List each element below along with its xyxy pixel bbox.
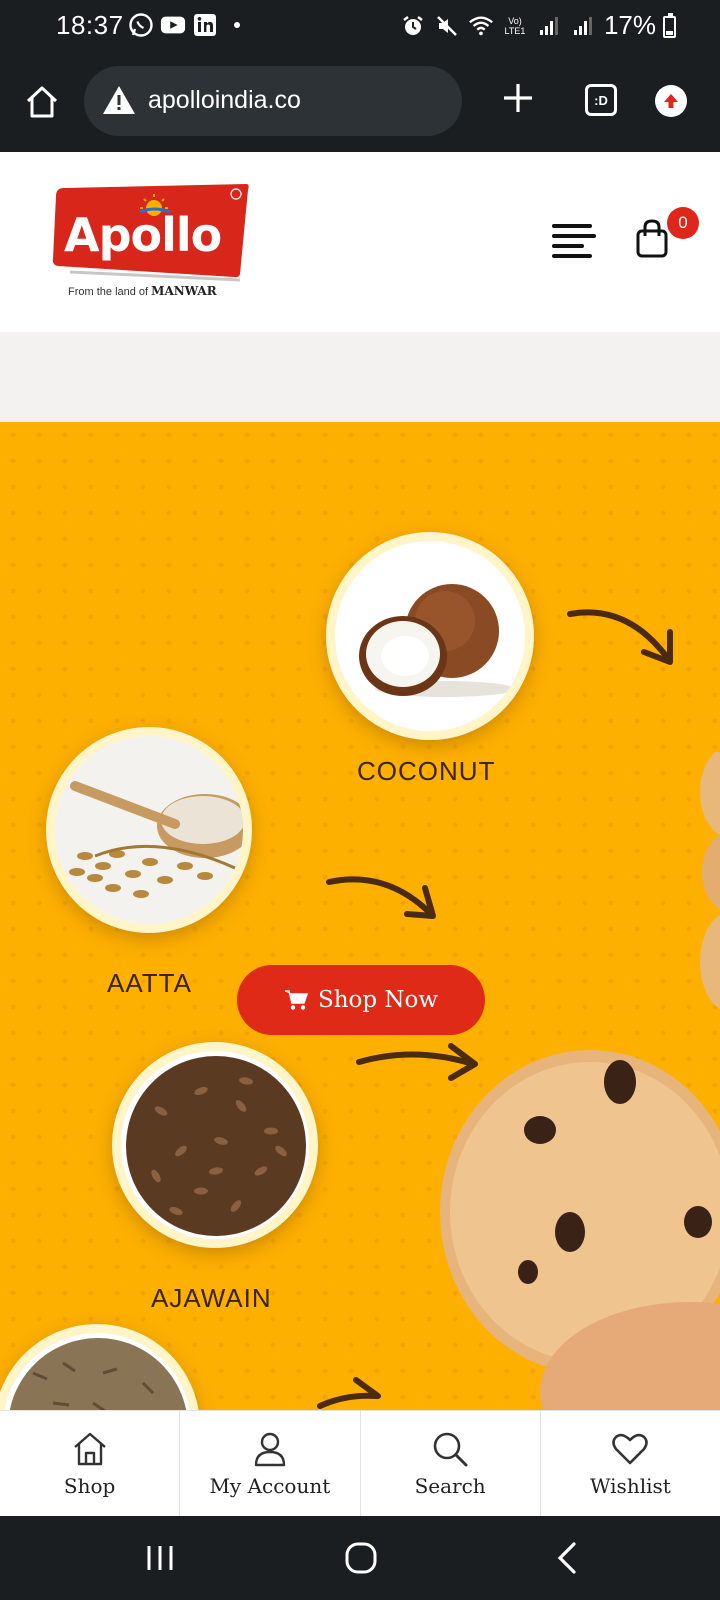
more-notifications-dot <box>234 22 240 28</box>
home-icon <box>26 86 58 118</box>
menu-line-icon <box>552 224 592 228</box>
alarm-icon <box>400 13 426 39</box>
system-navigation-bar <box>0 1516 720 1600</box>
back-chevron-icon <box>557 1542 576 1574</box>
coconut-illustration <box>359 584 515 697</box>
shopping-bag-icon <box>636 219 668 258</box>
whatsapp-icon <box>128 12 154 38</box>
tagline-place: MANWAR <box>151 284 217 298</box>
arrow-decoration-icon <box>567 609 673 665</box>
url-text[interactable]: apolloindia.co <box>148 86 301 115</box>
system-status-icons: Vo) LTE1 17% <box>400 10 656 41</box>
bottom-navigation: Shop My Account Search Wishlist <box>0 1410 720 1516</box>
shop-now-button[interactable]: Shop Now <box>237 965 485 1035</box>
announcement-band <box>0 332 720 422</box>
hamburger-menu-button[interactable] <box>552 224 596 258</box>
recent-apps-icon <box>147 1546 173 1570</box>
nav-search-label: Search <box>414 1473 486 1498</box>
system-home-button[interactable] <box>341 1538 381 1578</box>
nav-wishlist-label: Wishlist <box>589 1473 671 1498</box>
recent-apps-button[interactable] <box>140 1538 180 1578</box>
coconut-image[interactable] <box>326 532 534 740</box>
status-bar: 18:37 Vo) LTE1 17% <box>0 0 720 50</box>
aatta-illustration <box>55 736 243 924</box>
nav-shop[interactable]: Shop <box>0 1411 181 1516</box>
heart-icon <box>612 1433 649 1464</box>
arrow-decoration-icon <box>326 876 436 919</box>
nav-wishlist[interactable]: Wishlist <box>541 1411 720 1516</box>
update-chrome-button[interactable] <box>655 85 687 117</box>
site-header: Apollo From the land of MANWAR 0 <box>0 152 720 332</box>
brand-tagline: From the land of MANWAR <box>68 284 217 298</box>
cart-icon <box>284 990 308 1010</box>
youtube-icon <box>160 12 186 38</box>
browser-toolbar: apolloindia.co :D <box>0 50 720 152</box>
notification-icons <box>128 12 240 38</box>
apollo-logo[interactable]: Apollo From the land of MANWAR <box>50 182 250 300</box>
user-icon <box>254 1432 286 1466</box>
not-secure-warning-icon[interactable] <box>102 84 136 116</box>
wifi-icon <box>468 13 494 39</box>
aatta-label: AATTA <box>107 968 192 998</box>
shop-now-label: Shop Now <box>317 987 439 1013</box>
menu-line-icon <box>552 234 596 238</box>
arrow-decoration-icon <box>317 1377 381 1409</box>
nav-my-account-label: My Account <box>209 1473 331 1498</box>
tab-switcher-button[interactable]: :D <box>585 84 617 116</box>
cookies-image <box>440 752 720 1410</box>
ajawain-illustration <box>121 1051 309 1239</box>
battery-icon <box>663 13 676 38</box>
status-time: 18:37 <box>56 10 124 40</box>
nav-shop-label: Shop <box>63 1473 116 1498</box>
new-tab-button[interactable] <box>500 80 536 116</box>
home-circle-icon <box>345 1542 377 1574</box>
back-button[interactable] <box>548 1538 588 1578</box>
home-icon <box>73 1432 106 1465</box>
ajawain-label: AJAWAIN <box>151 1283 272 1313</box>
nav-search[interactable]: Search <box>361 1411 541 1516</box>
battery-percent: 17% <box>603 10 656 40</box>
address-bar[interactable]: apolloindia.co <box>84 66 462 136</box>
nav-my-account[interactable]: My Account <box>180 1411 361 1516</box>
menu-line-icon <box>552 244 584 248</box>
plus-icon <box>504 84 532 112</box>
arrow-up-icon <box>664 94 678 108</box>
network-type-label: Vo) LTE1 <box>504 15 526 36</box>
linkedin-icon <box>192 12 218 38</box>
ajawain-image[interactable] <box>112 1042 318 1248</box>
brand-name: Apollo <box>64 208 222 262</box>
cart-count-badge: 0 <box>667 207 699 239</box>
hero-banner: COCONUT AATTA AJAWAIN Shop Now <box>0 422 720 1410</box>
aatta-image[interactable] <box>46 727 252 933</box>
search-icon <box>433 1432 468 1466</box>
signal-strength-2-icon <box>570 13 596 39</box>
signal-strength-icon <box>536 13 562 39</box>
mute-icon <box>434 13 460 39</box>
menu-line-icon <box>552 254 592 258</box>
browser-home-button[interactable] <box>24 84 60 120</box>
tagline-prefix: From the land of <box>68 286 149 298</box>
